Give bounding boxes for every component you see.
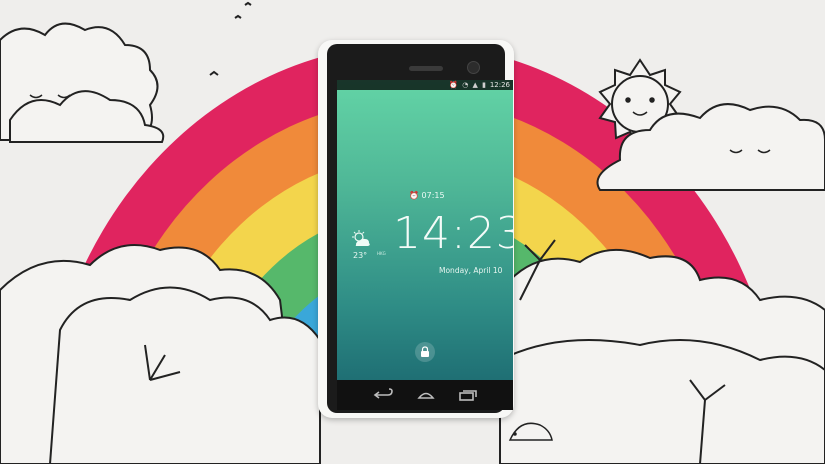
alarm-time: 07:15: [421, 191, 445, 200]
partly-cloudy-icon: [352, 230, 370, 246]
recent-apps-icon[interactable]: [457, 387, 479, 403]
lockscreen-clock: 14:23: [393, 208, 513, 259]
front-camera: [467, 61, 480, 74]
weather-location: HKG: [377, 251, 386, 256]
lock-icon: [421, 346, 429, 357]
unlock-button[interactable]: [415, 342, 435, 362]
status-icons: ⏰ ◔ ▲ ▮: [449, 81, 487, 89]
back-icon[interactable]: [373, 387, 395, 403]
status-bar: ⏰ ◔ ▲ ▮ 12:26: [337, 80, 513, 90]
alarm-icon: ⏰: [409, 191, 419, 200]
navigation-bar: [337, 380, 513, 410]
scene: ⏰ ◔ ▲ ▮ 12:26 ⏰ 07:15 23° HKG 14:23 Mond…: [0, 0, 825, 464]
lockscreen-date: Monday, April 10: [439, 266, 503, 275]
next-alarm: ⏰ 07:15: [409, 191, 445, 200]
earpiece-speaker: [409, 66, 443, 71]
lockscreen[interactable]: ⏰ ◔ ▲ ▮ 12:26 ⏰ 07:15 23° HKG 14:23 Mond…: [337, 80, 513, 380]
phone-front: ⏰ ◔ ▲ ▮ 12:26 ⏰ 07:15 23° HKG 14:23 Mond…: [327, 44, 513, 413]
status-time: 12:26: [489, 81, 510, 89]
phone-device: ⏰ ◔ ▲ ▮ 12:26 ⏰ 07:15 23° HKG 14:23 Mond…: [318, 40, 514, 418]
left-clouds: [0, 22, 165, 143]
home-icon[interactable]: [415, 387, 437, 403]
weather-temperature: 23°: [353, 251, 368, 260]
